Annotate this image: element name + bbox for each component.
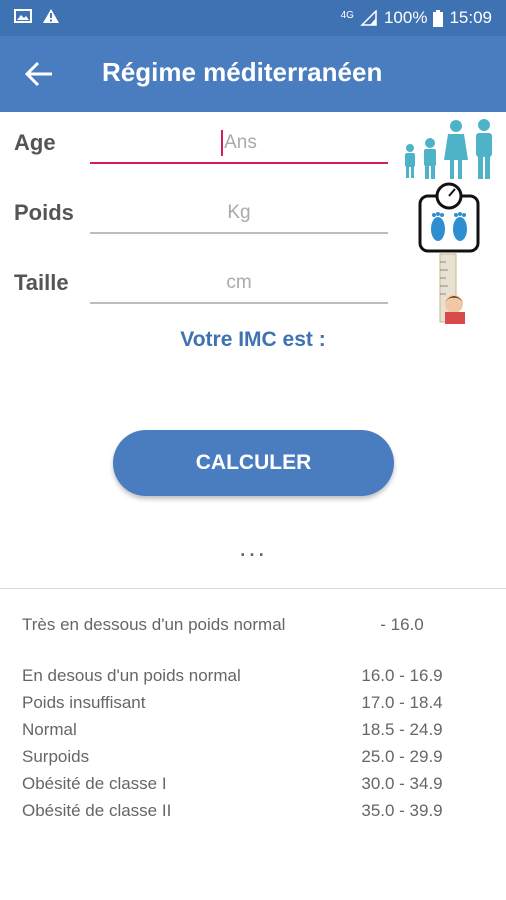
height-measure-icon bbox=[439, 253, 465, 324]
page-title: Régime méditerranéen bbox=[102, 57, 383, 87]
list-clip bbox=[0, 825, 506, 900]
age-placeholder: Ans bbox=[224, 132, 257, 153]
table-row: En desous d'un poids normal 16.0 - 16.9 bbox=[22, 662, 472, 689]
text-cursor bbox=[221, 129, 224, 156]
height-placeholder: cm bbox=[226, 272, 252, 293]
table-row: Normal 18.5 - 24.9 bbox=[22, 716, 472, 743]
bmi-range: 30.0 - 34.9 bbox=[361, 774, 443, 793]
table-row: Poids insuffisant 17.0 - 18.4 bbox=[22, 689, 472, 716]
bmi-range: 17.0 - 18.4 bbox=[361, 693, 443, 712]
table-row: Surpoids 25.0 - 29.9 bbox=[22, 743, 472, 770]
age-label: Age bbox=[14, 130, 56, 155]
height-input[interactable]: cm bbox=[90, 264, 388, 304]
signal-icon bbox=[360, 10, 377, 26]
divider bbox=[0, 588, 506, 589]
bmi-category: Obésité de classe II bbox=[22, 801, 172, 820]
bmi-category: Normal bbox=[22, 720, 77, 739]
family-icon bbox=[405, 119, 492, 179]
battery-icon bbox=[433, 9, 444, 27]
image-notification-icon bbox=[14, 9, 32, 23]
bmi-category: Très en dessous d'un poids normal bbox=[22, 615, 286, 634]
bmi-range: 18.5 - 24.9 bbox=[361, 720, 443, 739]
bmi-range: 16.0 - 16.9 bbox=[361, 666, 443, 685]
bmi-range: - 16.0 bbox=[380, 615, 424, 634]
calculate-button[interactable]: CALCULER bbox=[113, 430, 394, 496]
weight-input[interactable]: Kg bbox=[90, 194, 388, 234]
clock: 15:09 bbox=[449, 8, 492, 27]
bmi-category: Poids insuffisant bbox=[22, 693, 146, 712]
bmi-table: Très en dessous d'un poids normal - 16.0… bbox=[22, 614, 472, 824]
app-bar: Régime méditerranéen bbox=[0, 36, 506, 112]
back-arrow-icon[interactable] bbox=[22, 56, 58, 92]
bmi-range: 35.0 - 39.9 bbox=[361, 801, 443, 820]
status-bar: 4G 100% 15:09 bbox=[0, 0, 506, 36]
battery-percent: 100% bbox=[383, 8, 428, 27]
table-row: Obésité de classe II 35.0 - 39.9 bbox=[22, 797, 472, 824]
bmi-category: Surpoids bbox=[22, 747, 90, 766]
weight-placeholder: Kg bbox=[227, 202, 251, 223]
bmi-range: 25.0 - 29.9 bbox=[361, 747, 443, 766]
scale-icon bbox=[418, 182, 480, 253]
more-indicator: ... bbox=[239, 532, 267, 562]
height-label: Taille bbox=[14, 270, 69, 295]
bmi-category: Obésité de classe I bbox=[22, 774, 167, 793]
warning-notification-icon bbox=[43, 9, 59, 23]
table-row: Obésité de classe I 30.0 - 34.9 bbox=[22, 770, 472, 797]
bmi-result-label: Votre IMC est : bbox=[180, 328, 326, 351]
age-input[interactable]: Ans bbox=[90, 124, 388, 164]
table-row: Très en dessous d'un poids normal - 16.0 bbox=[22, 614, 472, 662]
network-type: 4G bbox=[340, 10, 354, 21]
weight-label: Poids bbox=[14, 200, 74, 225]
bmi-category: En desous d'un poids normal bbox=[22, 666, 241, 685]
